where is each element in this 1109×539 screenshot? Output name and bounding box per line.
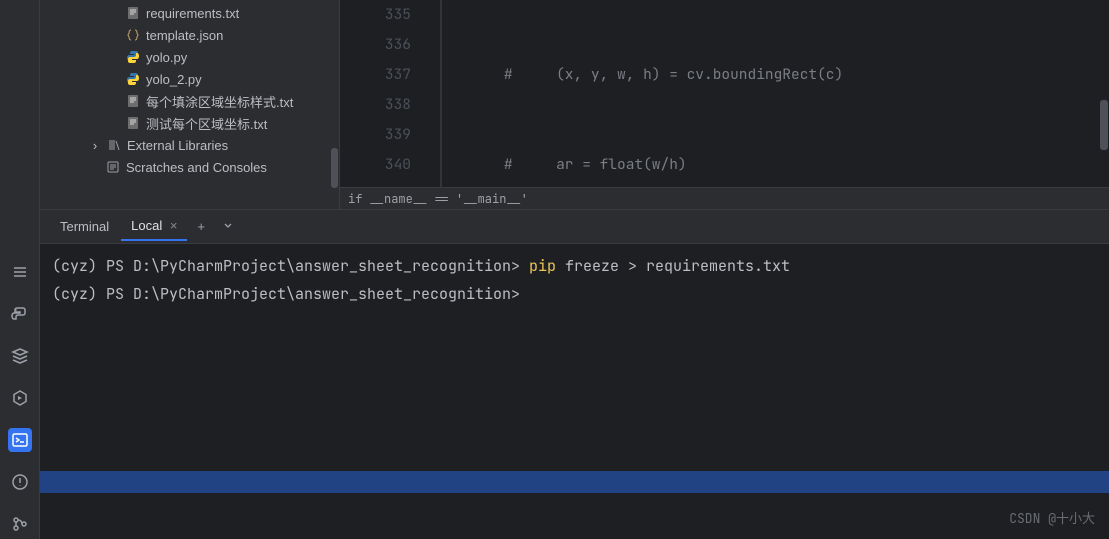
git-icon[interactable] bbox=[8, 512, 32, 536]
txt-icon bbox=[125, 5, 141, 21]
tree-item-label: yolo_2.py bbox=[146, 72, 202, 87]
tree-item-label: requirements.txt bbox=[146, 6, 239, 21]
tree-item[interactable]: requirements.txt bbox=[40, 2, 330, 24]
tree-item[interactable]: template.json bbox=[40, 24, 330, 46]
tree-item[interactable]: yolo.py bbox=[40, 46, 330, 68]
tool-window-bar bbox=[0, 0, 40, 539]
terminal-body[interactable]: (cyz) PS D:\PyCharmProject\answer_sheet_… bbox=[40, 244, 1109, 539]
new-terminal-button[interactable]: + bbox=[189, 215, 213, 238]
problems-icon[interactable] bbox=[8, 470, 32, 494]
run-icon[interactable] bbox=[8, 386, 32, 410]
terminal-tab-local[interactable]: Local × bbox=[121, 212, 187, 241]
txt-icon bbox=[125, 93, 141, 109]
library-icon bbox=[106, 137, 122, 153]
terminal-dropdown-button[interactable] bbox=[215, 215, 241, 238]
line-gutter: 335 336 337 338 339 340 bbox=[340, 0, 435, 180]
menu-icon[interactable] bbox=[8, 260, 32, 284]
python-console-icon[interactable] bbox=[8, 302, 32, 326]
python-icon bbox=[125, 71, 141, 87]
tree-scrollbar[interactable] bbox=[330, 0, 339, 209]
tree-item-label: template.json bbox=[146, 28, 223, 43]
scrollbar-thumb[interactable] bbox=[1100, 100, 1108, 150]
txt-icon bbox=[125, 115, 141, 131]
chevron-right-icon: › bbox=[89, 138, 101, 153]
scratches-icon bbox=[105, 159, 121, 175]
services-icon[interactable] bbox=[8, 344, 32, 368]
tree-item-label: 每个填涂区域坐标样式.txt bbox=[146, 92, 293, 111]
code-editor[interactable]: 335 336 337 338 339 340 # (x, y, w, h) =… bbox=[340, 0, 1109, 209]
tree-item-label: External Libraries bbox=[127, 138, 228, 153]
tree-item-label: Scratches and Consoles bbox=[126, 160, 267, 175]
editor-scrollbar[interactable] bbox=[1099, 0, 1109, 187]
tree-item-label: 测试每个区域坐标.txt bbox=[146, 114, 267, 133]
watermark: CSDN @十小大 bbox=[1009, 505, 1095, 533]
terminal-tabs: Terminal Local × + bbox=[40, 210, 1109, 244]
terminal-line: (cyz) PS D:\PyCharmProject\answer_sheet_… bbox=[52, 252, 1097, 280]
python-icon bbox=[125, 49, 141, 65]
terminal-line: (cyz) PS D:\PyCharmProject\answer_sheet_… bbox=[52, 280, 1097, 308]
code-content[interactable]: # (x, y, w, h) = cv.boundingRect(c) # ar… bbox=[440, 0, 1109, 209]
json-icon bbox=[125, 27, 141, 43]
terminal-title[interactable]: Terminal bbox=[50, 213, 119, 240]
close-icon[interactable]: × bbox=[170, 218, 178, 233]
tree-item[interactable]: yolo_2.py bbox=[40, 68, 330, 90]
scratches-consoles[interactable]: Scratches and Consoles bbox=[40, 156, 330, 178]
upper-pane: requirements.txt template.json yolo.py y… bbox=[40, 0, 1109, 210]
scrollbar-thumb[interactable] bbox=[331, 148, 338, 188]
tree-item[interactable]: 测试每个区域坐标.txt bbox=[40, 112, 330, 134]
terminal-icon[interactable] bbox=[8, 428, 32, 452]
breadcrumb[interactable]: if __name__ == '__main__' bbox=[340, 187, 1109, 209]
terminal-selection bbox=[40, 471, 1109, 493]
external-libraries[interactable]: › External Libraries bbox=[40, 134, 330, 156]
project-tree[interactable]: requirements.txt template.json yolo.py y… bbox=[40, 0, 330, 209]
tree-item-label: yolo.py bbox=[146, 50, 187, 65]
terminal-panel: Terminal Local × + (cyz) PS D:\PyCharmPr… bbox=[40, 210, 1109, 539]
main-area: requirements.txt template.json yolo.py y… bbox=[40, 0, 1109, 539]
tree-item[interactable]: 每个填涂区域坐标样式.txt bbox=[40, 90, 330, 112]
